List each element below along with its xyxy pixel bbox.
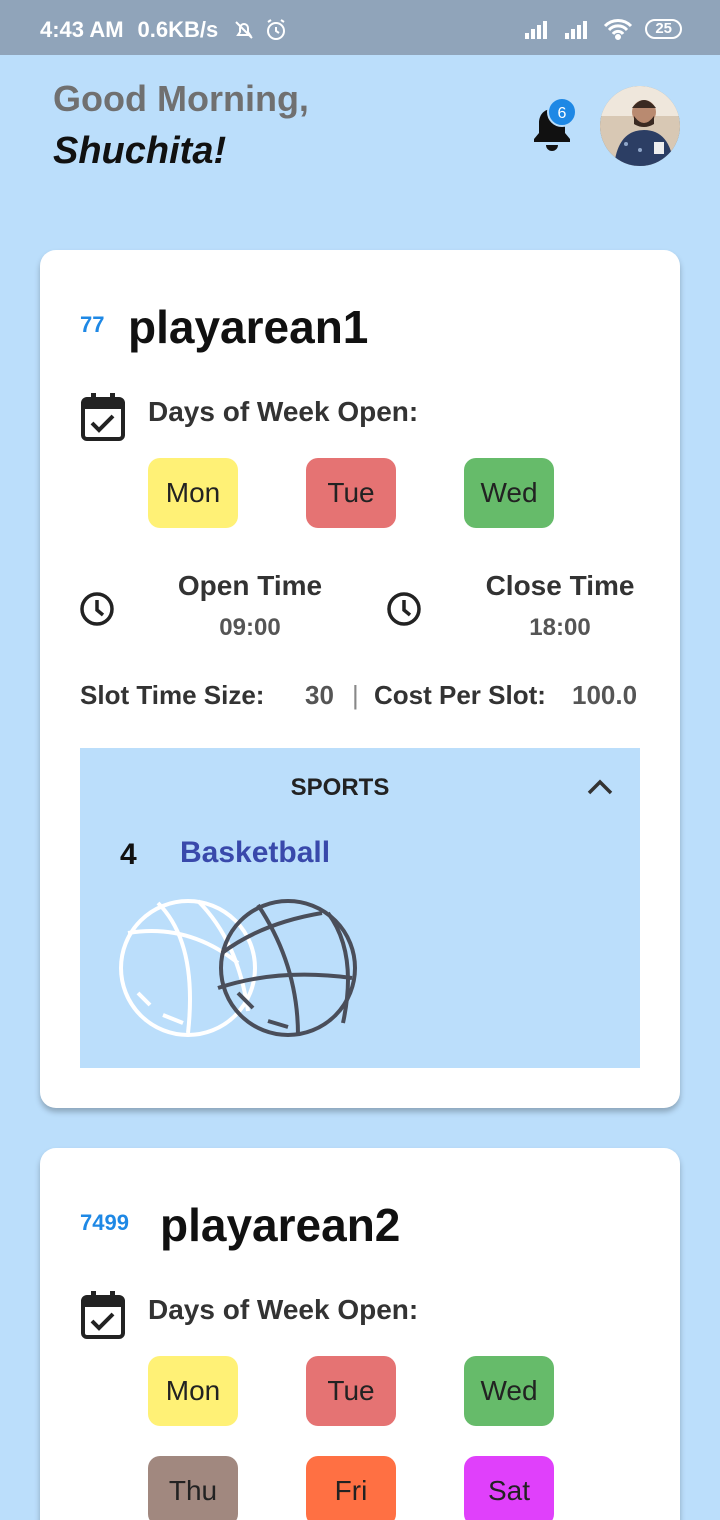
battery-indicator: 25 [645, 19, 682, 39]
sport-name[interactable]: Basketball [180, 836, 330, 870]
status-bar: 4:43 AM 0.6KB/s 25 [0, 0, 720, 55]
playarea-card[interactable]: 77 playarean1 Days of Week Open: Mon Tue… [40, 250, 680, 1108]
sports-panel: SPORTS 4 Basketball [80, 748, 640, 1068]
close-time-value: 18:00 [529, 614, 591, 641]
signal-icon-2 [565, 21, 588, 39]
avatar[interactable] [600, 86, 680, 166]
day-chip-mon: Mon [148, 1356, 238, 1426]
basketball-icon [119, 899, 357, 1037]
day-chip-thu: Thu [148, 1456, 238, 1520]
day-chip-wed: Wed [464, 1356, 554, 1426]
days-open-label: Days of Week Open: [148, 396, 419, 427]
day-chip-wed: Wed [464, 458, 554, 528]
calendar-check-icon [81, 393, 125, 441]
status-time: 4:43 AM [40, 17, 124, 42]
signal-icon [525, 21, 548, 39]
days-open-label: Days of Week Open: [148, 1294, 419, 1325]
day-chip-tue: Tue [306, 458, 396, 528]
playarea-name: playarean1 [128, 301, 369, 353]
separator: | [352, 680, 359, 710]
open-time-label: Open Time [177, 570, 323, 601]
playarea-id: 77 [80, 312, 105, 337]
sports-header[interactable]: SPORTS [80, 774, 560, 802]
greeting-text: Good Morning, [53, 78, 309, 119]
close-time-label: Close Time [485, 570, 635, 601]
day-chip-fri: Fri [306, 1456, 396, 1520]
notification-badge: 6 [547, 97, 577, 127]
playarea-name: playarean2 [160, 1199, 401, 1251]
calendar-check-icon [81, 1291, 125, 1339]
playarea-id: 7499 [80, 1210, 129, 1235]
slot-size-label: Slot Time Size: [80, 680, 265, 710]
clock-icon [80, 592, 114, 626]
alarm-icon [267, 19, 286, 40]
day-chip-sat: Sat [464, 1456, 554, 1520]
day-chip-tue: Tue [306, 1356, 396, 1426]
open-time-value: 09:00 [219, 614, 281, 641]
chevron-up-icon[interactable] [586, 778, 614, 796]
mute-bell-icon [235, 21, 253, 39]
wifi-icon [604, 19, 633, 40]
slot-size-value: 30 [305, 680, 334, 710]
cost-per-slot-label: Cost Per Slot: [374, 680, 546, 710]
clock-icon [387, 592, 421, 626]
day-chip-mon: Mon [148, 458, 238, 528]
sport-count: 4 [120, 838, 137, 871]
user-name: Shuchita! [53, 130, 227, 172]
status-speed: 0.6KB/s [137, 17, 219, 42]
cost-per-slot-value: 100.0 [572, 680, 638, 710]
playarea-card[interactable]: 7499 playarean2 Days of Week Open: Mon T… [40, 1148, 680, 1520]
